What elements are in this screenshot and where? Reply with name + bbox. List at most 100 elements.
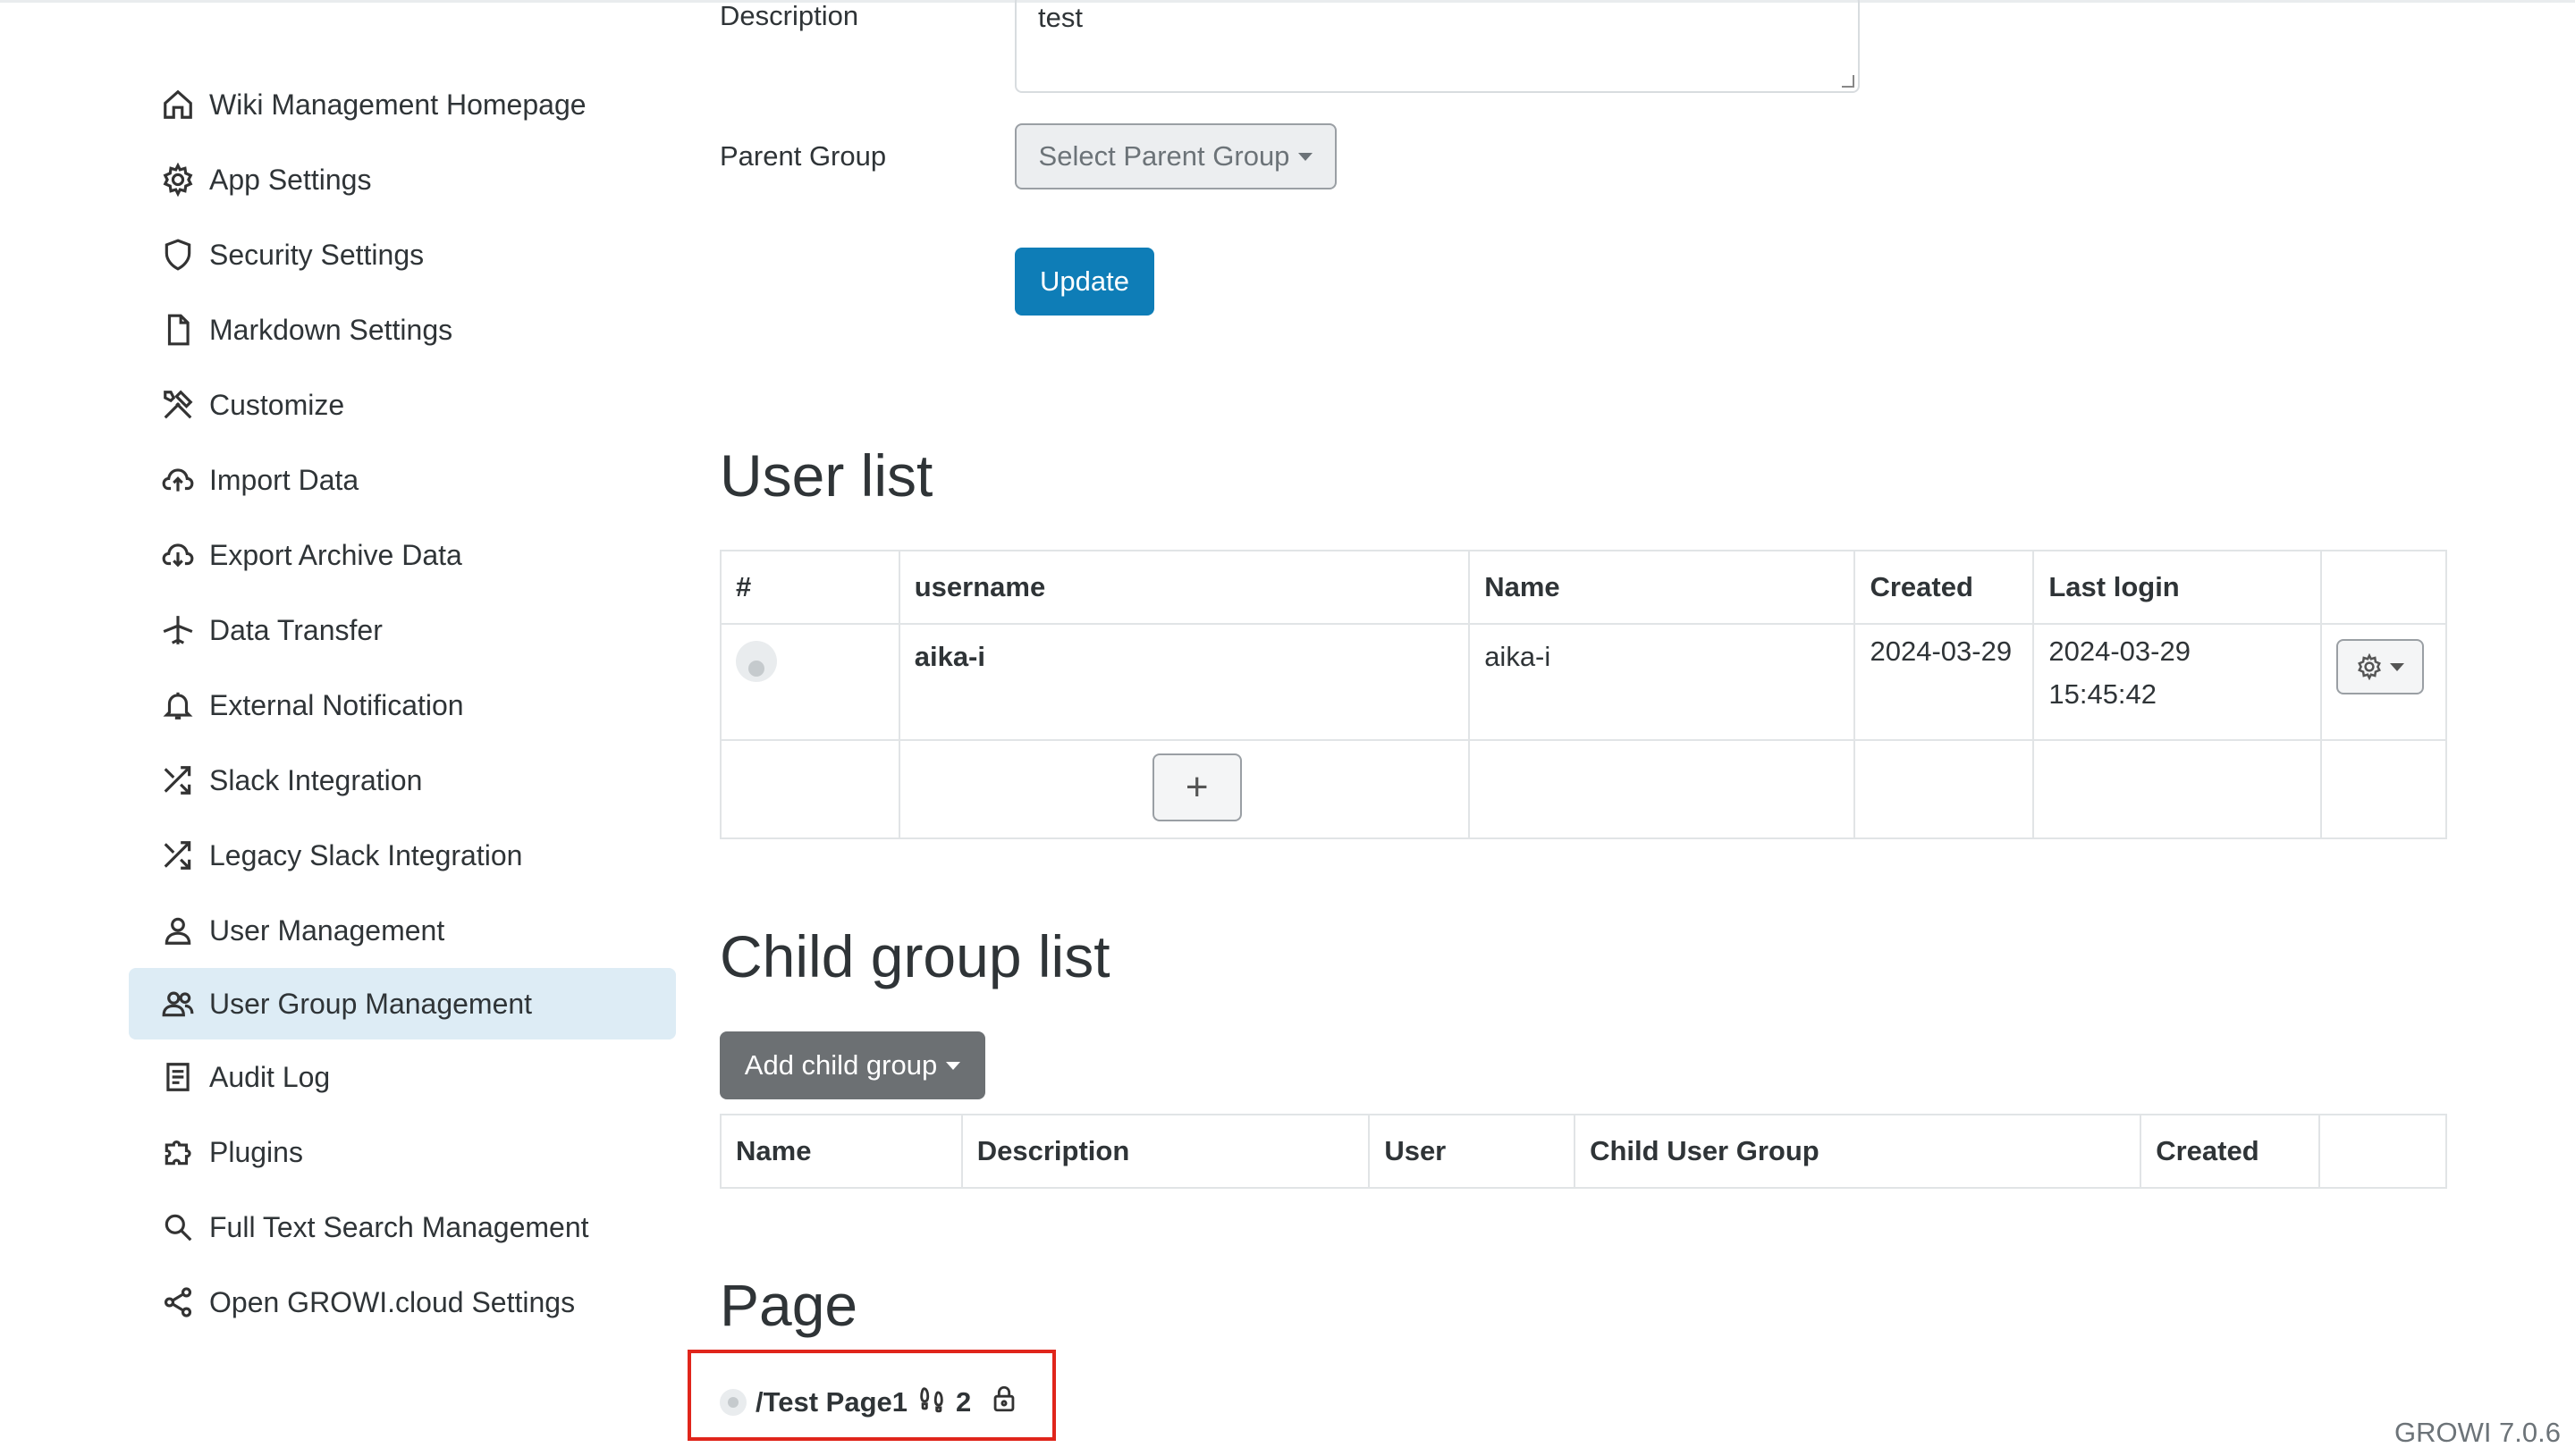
sidebar-item-markdown-settings[interactable]: Markdown Settings <box>129 292 676 367</box>
cloud-upload-icon <box>159 461 197 499</box>
people-icon <box>159 985 197 1023</box>
shuffle-icon <box>159 762 197 799</box>
column-header-name: Name <box>720 1114 963 1189</box>
sidebar-item-label: Legacy Slack Integration <box>209 838 523 871</box>
update-button-label: Update <box>1040 265 1129 297</box>
column-header-created: Created <box>1853 550 2035 625</box>
description-value: test <box>1038 2 1083 33</box>
column-header-username: username <box>898 550 1471 625</box>
actions-cell <box>2319 623 2448 741</box>
file-icon <box>159 311 197 349</box>
sidebar-item-open-growi-cloud-settings[interactable]: Open GROWI.cloud Settings <box>129 1265 676 1340</box>
column-header-description: Description <box>960 1114 1371 1189</box>
sidebar-item-legacy-slack-integration[interactable]: Legacy Slack Integration <box>129 818 676 893</box>
sidebar-item-label: User Management <box>209 913 445 947</box>
admin-sidebar: Wiki Management Homepage App Settings Se… <box>129 67 676 1340</box>
table-header-row: Name Description User Child User Group C… <box>720 1114 2447 1189</box>
resize-handle[interactable] <box>1842 75 1854 88</box>
select-parent-group-dropdown[interactable]: Select Parent Group <box>1015 123 1337 189</box>
update-button[interactable]: Update <box>1015 248 1154 316</box>
column-header-number: # <box>720 550 900 625</box>
parent-group-label: Parent Group <box>720 140 887 172</box>
search-icon <box>159 1208 197 1246</box>
column-header-last-login: Last login <box>2032 550 2322 625</box>
sidebar-item-label: Audit Log <box>209 1060 331 1093</box>
page-section-heading: Page <box>720 1272 858 1338</box>
sidebar-item-label: Security Settings <box>209 238 425 271</box>
description-textarea[interactable]: test <box>1015 0 1860 93</box>
sidebar-item-security-settings[interactable]: Security Settings <box>129 217 676 292</box>
puzzle-icon <box>159 1133 197 1171</box>
sidebar-item-import-data[interactable]: Import Data <box>129 442 676 518</box>
table-header-row: # username Name Created Last login <box>720 550 2448 625</box>
sidebar-item-customize[interactable]: Customize <box>129 367 676 442</box>
column-header-name: Name <box>1468 550 1856 625</box>
user-actions-dropdown-button[interactable] <box>2335 639 2424 694</box>
sidebar-item-user-management[interactable]: User Management <box>129 893 676 968</box>
sidebar-item-user-group-management[interactable]: User Group Management <box>129 968 676 1039</box>
bell-icon <box>159 686 197 724</box>
sidebar-item-plugins[interactable]: Plugins <box>129 1115 676 1190</box>
sidebar-item-label: External Notification <box>209 688 464 721</box>
sidebar-item-data-transfer[interactable]: Data Transfer <box>129 593 676 668</box>
sidebar-item-label: Import Data <box>209 463 359 496</box>
share-icon <box>159 1283 197 1321</box>
page-list-item[interactable]: /Test Page1 2 <box>720 1384 1019 1421</box>
add-child-group-label: Add child group <box>744 1049 938 1081</box>
child-group-table: Name Description User Child User Group C… <box>720 1114 2447 1189</box>
sidebar-item-label: Full Text Search Management <box>209 1210 589 1243</box>
cloud-download-icon <box>159 536 197 574</box>
user-avatar-cell <box>720 623 900 741</box>
sidebar-item-label: User Group Management <box>209 987 533 1020</box>
sidebar-item-slack-integration[interactable]: Slack Integration <box>129 743 676 818</box>
user-list-heading: User list <box>720 442 933 509</box>
select-parent-group-label: Select Parent Group <box>1038 140 1290 172</box>
journal-icon <box>159 1058 197 1096</box>
person-icon <box>159 912 197 949</box>
column-header-child-user-group: Child User Group <box>1574 1114 2142 1189</box>
name-cell: aika-i <box>1468 623 1856 741</box>
sidebar-item-wiki-management-homepage[interactable]: Wiki Management Homepage <box>129 67 676 142</box>
sidebar-item-audit-log[interactable]: Audit Log <box>129 1039 676 1115</box>
last-login-cell: 2024-03-29 15:45:42 <box>2032 623 2322 741</box>
sidebar-item-label: Plugins <box>209 1135 303 1168</box>
add-user-button[interactable]: + <box>1152 753 1242 821</box>
sidebar-item-external-notification[interactable]: External Notification <box>129 668 676 743</box>
footprints-icon <box>916 1384 947 1421</box>
version-label: GROWI 7.0.6 <box>2393 1417 2561 1448</box>
caret-down-icon <box>2389 662 2404 671</box>
avatar <box>720 1389 747 1416</box>
shuffle-icon <box>159 837 197 874</box>
footprint-count: 2 <box>956 1386 972 1418</box>
sidebar-item-app-settings[interactable]: App Settings <box>129 142 676 217</box>
username-cell: aika-i <box>898 623 1471 741</box>
created-cell: 2024-03-29 <box>1853 623 2035 741</box>
home-icon <box>159 86 197 123</box>
sidebar-item-label: Markdown Settings <box>209 313 453 346</box>
description-label: Description <box>720 0 859 31</box>
sidebar-item-export-archive-data[interactable]: Export Archive Data <box>129 518 676 593</box>
sidebar-item-label: Wiki Management Homepage <box>209 88 587 121</box>
gear-icon <box>2358 653 2381 680</box>
sidebar-item-full-text-search-management[interactable]: Full Text Search Management <box>129 1190 676 1265</box>
sidebar-item-label: Open GROWI.cloud Settings <box>209 1285 576 1318</box>
add-child-group-button[interactable]: Add child group <box>720 1031 985 1099</box>
avatar <box>736 641 777 682</box>
plus-icon: + <box>1185 765 1209 809</box>
sidebar-item-label: Customize <box>209 388 345 421</box>
airplane-icon <box>159 611 197 649</box>
column-header-actions <box>2318 1114 2447 1189</box>
user-list-table: # username Name Created Last login aika-… <box>720 550 2448 839</box>
table-row: + <box>720 739 2448 839</box>
sidebar-item-label: Data Transfer <box>209 613 383 646</box>
page-path-link[interactable]: /Test Page1 <box>756 1386 908 1418</box>
shield-icon <box>159 236 197 274</box>
sidebar-item-label: App Settings <box>209 163 372 196</box>
column-header-actions <box>2319 550 2448 625</box>
caret-down-icon <box>946 1061 961 1070</box>
caret-down-icon <box>1298 152 1313 161</box>
tools-icon <box>159 386 197 424</box>
sidebar-item-label: Slack Integration <box>209 763 423 796</box>
column-header-created: Created <box>2140 1114 2321 1189</box>
lock-icon <box>989 1384 1019 1421</box>
